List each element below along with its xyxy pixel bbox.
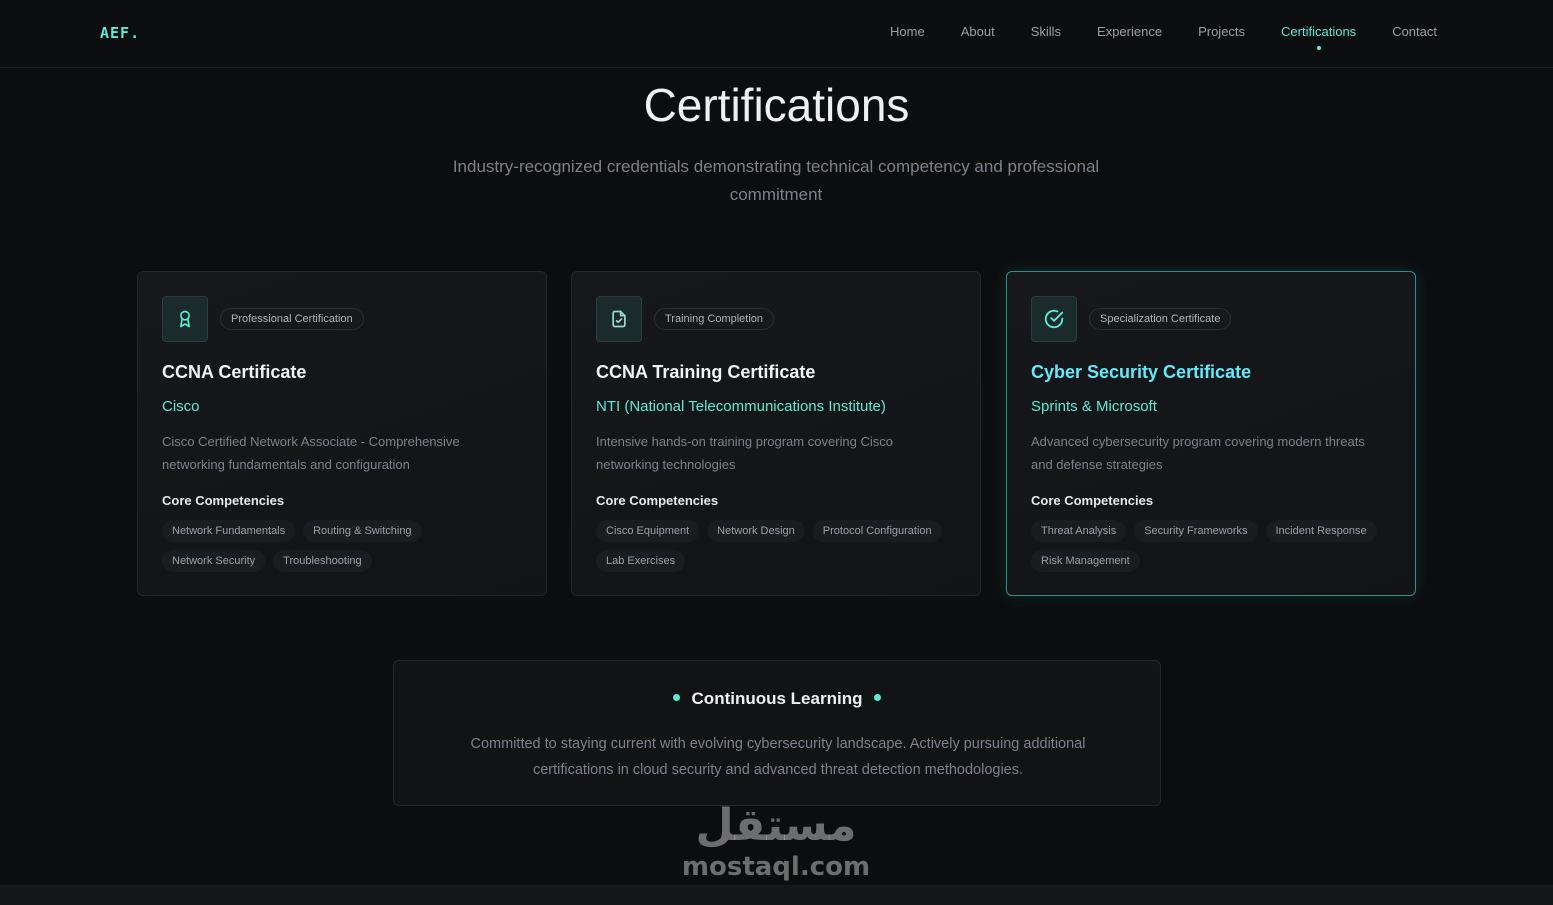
continuous-learning-text: Committed to staying current with evolvi… [470,736,1086,778]
nav-link-experience[interactable]: Experience [1097,24,1162,39]
competency-tag: Network Design [707,520,805,542]
nav-link-about[interactable]: About [961,24,995,39]
nav-links: Home About Skills Experience Projects Ce… [854,24,1437,50]
watermark-latin: mostaql.com [681,852,871,882]
cert-card-ccna-training[interactable]: Training Completion CCNA Training Certif… [571,271,981,596]
cert-card-ccna[interactable]: Professional Certification CCNA Certific… [137,271,547,596]
competency-tag: Risk Management [1031,550,1140,572]
competency-tag: Threat Analysis [1031,520,1127,542]
cert-title: CCNA Certificate [162,362,307,382]
competency-tag: Troubleshooting [273,550,372,572]
cert-type-badge: Professional Certification [220,308,364,330]
dot-icon [874,694,882,702]
competency-tags: Threat Analysis Security Frameworks Inci… [1031,520,1401,572]
competency-tags: Network Fundamentals Routing & Switching… [162,520,532,572]
cert-description: Intensive hands-on training program cove… [596,434,893,472]
page-subtitle: Industry-recognized credentials demonstr… [452,157,1100,204]
competency-tag: Cisco Equipment [596,520,700,542]
cert-card-cyber-security[interactable]: Specialization Certificate Cyber Securit… [1006,271,1416,596]
cert-issuer: Sprints & Microsoft [1031,398,1157,415]
continuous-learning-panel: Continuous Learning Committed to staying… [393,660,1161,806]
page-title: Certifications [643,79,910,131]
nav-link-certifications[interactable]: Certifications [1281,24,1356,50]
cert-description: Advanced cybersecurity program covering … [1031,434,1365,472]
competency-tag: Network Fundamentals [162,520,296,542]
competency-tag: Routing & Switching [303,520,422,542]
cert-type-badge: Specialization Certificate [1089,308,1232,330]
dot-icon [672,694,680,702]
competency-tag: Incident Response [1265,520,1377,542]
nav-link-home[interactable]: Home [890,24,925,39]
cert-title: Cyber Security Certificate [1031,362,1252,382]
cert-issuer: NTI (National Telecommunications Institu… [596,398,886,415]
top-navbar: AEF. Home About Skills Experience Projec… [0,0,1553,68]
competency-tag: Network Security [162,550,266,572]
competencies-label: Core Competencies [162,493,285,508]
competencies-label: Core Competencies [596,493,719,508]
cert-title: CCNA Training Certificate [596,362,816,382]
nav-link-projects[interactable]: Projects [1198,24,1245,39]
site-logo[interactable]: AEF. [100,24,140,42]
competency-tags: Cisco Equipment Network Design Protocol … [596,520,966,572]
award-icon [162,296,208,342]
cert-issuer: Cisco [162,398,200,415]
competency-tag: Lab Exercises [596,550,686,572]
document-check-icon [596,296,642,342]
competency-tag: Protocol Configuration [812,520,942,542]
cert-description: Cisco Certified Network Associate - Comp… [162,434,460,472]
circle-check-icon [1031,296,1077,342]
cert-type-badge: Training Completion [654,308,775,330]
continuous-learning-title: Continuous Learning [394,689,1160,709]
page: AEF. Home About Skills Experience Projec… [0,0,1553,905]
competencies-label: Core Competencies [1031,493,1154,508]
nav-link-skills[interactable]: Skills [1031,24,1061,39]
watermark-arabic: مستقل [695,800,857,851]
footer-band [0,885,1553,905]
nav-link-contact[interactable]: Contact [1392,24,1437,39]
competency-tag: Security Frameworks [1134,520,1258,542]
continuous-learning-heading: Continuous Learning [691,689,863,708]
